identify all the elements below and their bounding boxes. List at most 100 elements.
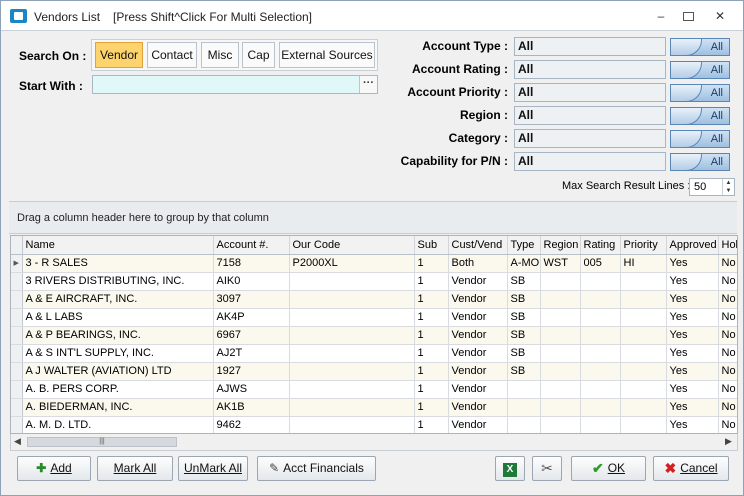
table-cell[interactable]: 1 [414, 362, 449, 381]
table-cell[interactable]: SB [507, 272, 541, 291]
column-header-name[interactable]: Name [22, 236, 214, 255]
mark-all-button[interactable]: Mark All [97, 456, 173, 481]
table-cell[interactable]: 1 [414, 344, 449, 363]
table-cell[interactable] [507, 380, 541, 399]
table-cell[interactable]: Yes [666, 344, 719, 363]
minimize-icon[interactable]: – [653, 9, 669, 23]
table-cell[interactable] [289, 380, 415, 399]
table-cell[interactable] [620, 290, 667, 309]
table-cell[interactable] [620, 344, 667, 363]
account-priority-all-button[interactable]: All [670, 84, 730, 102]
table-cell[interactable]: Yes [666, 272, 719, 291]
table-cell[interactable]: 1 [414, 416, 449, 433]
table-cell[interactable] [620, 416, 667, 433]
table-cell[interactable]: AK4P [213, 308, 290, 327]
table-cell[interactable] [580, 398, 621, 417]
table-cell[interactable]: SB [507, 308, 541, 327]
table-cell[interactable] [289, 362, 415, 381]
table-cell[interactable]: A J WALTER (AVIATION) LTD [22, 362, 214, 381]
row-indicator[interactable] [11, 362, 23, 381]
table-cell[interactable]: AJWS [213, 380, 290, 399]
vendors-grid[interactable]: Name Account #. Our Code Sub Cust/Vend Type Re… [10, 235, 738, 434]
table-cell[interactable]: A & L LABS [22, 308, 214, 327]
table-cell[interactable] [540, 362, 581, 381]
table-row[interactable]: A. B. PERS CORP. AJWS 1 Vendor Yes No [11, 380, 737, 399]
account-priority-field[interactable]: All [514, 83, 666, 102]
table-cell[interactable]: Vendor [448, 362, 508, 381]
table-cell[interactable] [620, 272, 667, 291]
cancel-button[interactable]: ✖ Cancel [653, 456, 729, 481]
search-option-external-sources[interactable]: External Sources [279, 42, 375, 68]
region-field[interactable]: All [514, 106, 666, 125]
account-rating-field[interactable]: All [514, 60, 666, 79]
table-cell[interactable]: No [718, 326, 737, 345]
table-cell[interactable] [620, 398, 667, 417]
table-cell[interactable] [580, 344, 621, 363]
table-cell[interactable]: 1 [414, 308, 449, 327]
table-cell[interactable] [540, 398, 581, 417]
table-cell[interactable]: A. BIEDERMAN, INC. [22, 398, 214, 417]
horizontal-scrollbar[interactable]: ◀ ||| ▶ [10, 434, 738, 451]
table-cell[interactable] [289, 308, 415, 327]
table-cell[interactable]: WST [540, 254, 581, 273]
table-cell[interactable]: Vendor [448, 398, 508, 417]
table-cell[interactable] [580, 308, 621, 327]
table-row[interactable]: A & L LABS AK4P 1 Vendor SB Yes No [11, 308, 737, 327]
column-header-approved[interactable]: Approved [666, 236, 719, 255]
table-row[interactable]: ▶ 3 - R SALES 7158 P2000XL 1 Both A-MOI WST 005 H… [11, 254, 737, 273]
table-cell[interactable]: Yes [666, 416, 719, 433]
table-row[interactable]: A. M. D. LTD. 9462 1 Vendor Yes No [11, 416, 737, 433]
table-cell[interactable] [289, 272, 415, 291]
start-with-input[interactable] [92, 75, 378, 94]
table-cell[interactable]: 9462 [213, 416, 290, 433]
table-cell[interactable]: Vendor [448, 380, 508, 399]
search-option-contact[interactable]: Contact [147, 42, 197, 68]
table-cell[interactable]: 7158 [213, 254, 290, 273]
table-cell[interactable]: No [718, 344, 737, 363]
table-cell[interactable]: Both [448, 254, 508, 273]
column-header-our-code[interactable]: Our Code [289, 236, 415, 255]
search-option-cap[interactable]: Cap [242, 42, 275, 68]
current-row-indicator-icon[interactable]: ▶ [11, 254, 23, 273]
table-cell[interactable] [289, 416, 415, 433]
region-all-button[interactable]: All [670, 107, 730, 125]
column-header-cust-vend[interactable]: Cust/Vend [448, 236, 508, 255]
scroll-right-icon[interactable]: ▶ [725, 436, 732, 447]
table-row[interactable]: A J WALTER (AVIATION) LTD 1927 1 Vendor SB Ye… [11, 362, 737, 381]
table-cell[interactable]: No [718, 380, 737, 399]
table-cell[interactable] [540, 272, 581, 291]
add-button[interactable]: ✚ Add [17, 456, 91, 481]
table-cell[interactable]: 1927 [213, 362, 290, 381]
start-with-ellipsis-button[interactable]: ··· [359, 76, 377, 93]
table-cell[interactable]: AIK0 [213, 272, 290, 291]
table-cell[interactable] [620, 308, 667, 327]
table-cell[interactable]: SB [507, 362, 541, 381]
table-cell[interactable] [540, 380, 581, 399]
table-cell[interactable]: No [718, 416, 737, 433]
table-cell[interactable] [580, 380, 621, 399]
table-cell[interactable] [540, 416, 581, 433]
capability-pn-field[interactable]: All [514, 152, 666, 171]
table-cell[interactable]: Yes [666, 326, 719, 345]
table-cell[interactable]: Yes [666, 308, 719, 327]
column-header-sub[interactable]: Sub [414, 236, 449, 255]
spin-down-icon[interactable]: ▼ [726, 188, 732, 194]
table-cell[interactable] [540, 308, 581, 327]
row-indicator[interactable] [11, 272, 23, 291]
table-cell[interactable] [620, 362, 667, 381]
table-cell[interactable]: Vendor [448, 272, 508, 291]
table-row[interactable]: A & E AIRCRAFT, INC. 3097 1 Vendor SB Yes No [11, 290, 737, 309]
spin-up-icon[interactable]: ▲ [726, 180, 732, 186]
table-cell[interactable]: A. B. PERS CORP. [22, 380, 214, 399]
search-option-misc[interactable]: Misc [201, 42, 239, 68]
scroll-left-icon[interactable]: ◀ [14, 436, 21, 447]
table-cell[interactable]: Vendor [448, 290, 508, 309]
tools-button[interactable]: ✂ [532, 456, 562, 481]
table-cell[interactable]: P2000XL [289, 254, 415, 273]
table-cell[interactable] [620, 326, 667, 345]
table-cell[interactable] [580, 326, 621, 345]
table-cell[interactable] [540, 326, 581, 345]
column-header-priority[interactable]: Priority [620, 236, 667, 255]
table-cell[interactable] [507, 398, 541, 417]
row-indicator[interactable] [11, 416, 23, 433]
